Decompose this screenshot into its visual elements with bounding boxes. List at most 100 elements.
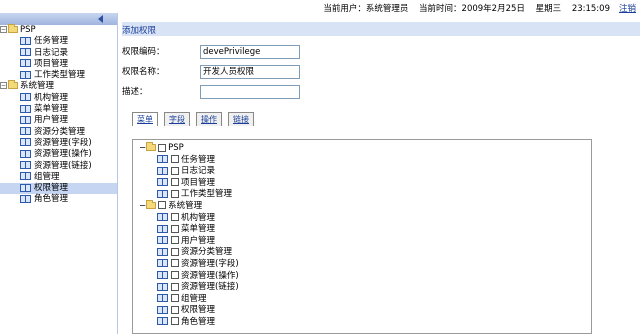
perm-item-label: 项目管理 xyxy=(181,177,216,188)
sidebar-item[interactable]: 项目管理 xyxy=(0,59,117,70)
perm-checkbox[interactable] xyxy=(171,271,179,280)
collapse-toggle-icon[interactable]: − xyxy=(0,82,7,90)
sidebar-group[interactable]: − PSP xyxy=(0,24,117,36)
sidebar-collapse-bar[interactable] xyxy=(0,13,117,25)
perm-checkbox[interactable] xyxy=(171,189,179,198)
perm-item-label: 日志记录 xyxy=(181,166,216,177)
perm-item[interactable]: 资源管理(操作) xyxy=(139,271,239,283)
tab-operation[interactable]: 操作 xyxy=(196,112,222,126)
perm-checkbox[interactable] xyxy=(171,247,179,256)
sidebar-item[interactable]: 资源管理(字段) xyxy=(0,138,117,149)
sidebar-item-label: 资源分类管理 xyxy=(34,126,86,137)
sidebar-item-label: 工作类型管理 xyxy=(34,70,86,81)
perm-item[interactable]: 资源管理(字段) xyxy=(139,259,239,271)
sidebar-group-label: 系统管理 xyxy=(20,81,55,92)
sidebar-item[interactable]: 任务管理 xyxy=(0,36,117,47)
collapse-toggle-icon[interactable]: − xyxy=(139,201,146,211)
perm-checkbox[interactable] xyxy=(171,294,179,303)
sidebar-item[interactable]: 工作类型管理 xyxy=(0,70,117,81)
perm-item-label: 资源管理(字段) xyxy=(181,258,239,269)
folder-icon xyxy=(8,80,18,90)
page-icon xyxy=(20,93,31,102)
perm-group-label: PSP xyxy=(168,143,184,153)
sidebar-item[interactable]: 组管理 xyxy=(0,172,117,183)
perm-group[interactable]: − 系统管理 xyxy=(139,199,239,213)
perm-item[interactable]: 项目管理 xyxy=(139,178,239,190)
perm-item[interactable]: 资源管理(链接) xyxy=(139,282,239,294)
perm-checkbox[interactable] xyxy=(158,143,167,152)
perm-checkbox[interactable] xyxy=(171,282,179,291)
sidebar-item-label: 菜单管理 xyxy=(34,104,69,115)
page-icon xyxy=(157,178,168,187)
perm-checkbox[interactable] xyxy=(171,155,179,164)
perm-item[interactable]: 用户管理 xyxy=(139,236,239,248)
sidebar-group[interactable]: − 系统管理 xyxy=(0,80,117,92)
sidebar-item[interactable]: 菜单管理 xyxy=(0,104,117,115)
perm-checkbox[interactable] xyxy=(171,166,179,175)
page-icon xyxy=(157,189,168,198)
perm-checkbox[interactable] xyxy=(171,236,179,245)
perm-checkbox[interactable] xyxy=(171,317,179,326)
perm-item-label: 资源管理(操作) xyxy=(181,270,239,281)
desc-label: 描述： xyxy=(122,87,148,97)
perm-item-label: 组管理 xyxy=(181,293,207,304)
page-icon xyxy=(20,127,31,136)
sidebar-item-label: 角色管理 xyxy=(34,194,69,205)
name-field[interactable]: 开发人员权限 xyxy=(200,65,300,79)
perm-item[interactable]: 角色管理 xyxy=(139,317,239,329)
sidebar-item-label: 用户管理 xyxy=(34,115,69,126)
perm-item[interactable]: 组管理 xyxy=(139,294,239,306)
perm-checkbox[interactable] xyxy=(171,178,179,187)
perm-checkbox[interactable] xyxy=(171,224,179,233)
sidebar-item[interactable]: 日志记录 xyxy=(0,48,117,59)
perm-item[interactable]: 菜单管理 xyxy=(139,224,239,236)
perm-group[interactable]: − PSP xyxy=(139,142,239,155)
sidebar-item-label: 日志记录 xyxy=(34,47,69,58)
collapse-arrow-icon[interactable] xyxy=(98,15,103,23)
sidebar: − PSP 任务管理 日志记录 项目管理 工作类型管理 − 系统管理 机构管理 菜单管理 用户管理资… xyxy=(0,13,118,334)
desc-field[interactable] xyxy=(200,85,300,99)
perm-item[interactable]: 权限管理 xyxy=(139,305,239,317)
sidebar-item[interactable]: 用户管理 xyxy=(0,115,117,126)
sidebar-item[interactable]: 角色管理 xyxy=(0,194,117,205)
page-icon xyxy=(157,305,168,314)
perm-checkbox[interactable] xyxy=(158,201,167,210)
page-icon xyxy=(20,161,31,170)
sidebar-item[interactable]: 机构管理 xyxy=(0,93,117,104)
folder-icon xyxy=(8,24,18,33)
tab-menu[interactable]: 菜单 xyxy=(132,112,158,126)
sidebar-item-label: 组管理 xyxy=(34,171,60,182)
collapse-toggle-icon[interactable]: − xyxy=(139,143,146,153)
perm-checkbox[interactable] xyxy=(171,305,179,314)
page-header: 添加权限 xyxy=(122,22,640,36)
code-field[interactable]: devePrivilege xyxy=(200,45,300,59)
perm-item[interactable]: 日志记录 xyxy=(139,166,239,178)
sidebar-item[interactable]: 资源管理(操作) xyxy=(0,149,117,160)
tab-field[interactable]: 字段 xyxy=(164,112,190,126)
status-bar: 当前用户：系统管理员 当前时间：2009年2月25日 星期三 23:15:09 … xyxy=(0,0,640,14)
perm-item[interactable]: 任务管理 xyxy=(139,155,239,167)
page-icon xyxy=(157,247,168,256)
collapse-toggle-icon[interactable]: − xyxy=(0,26,7,33)
perm-item[interactable]: 机构管理 xyxy=(139,213,239,225)
main-panel: 添加权限 权限编码： devePrivilege 权限名称： 开发人员权限 描述… xyxy=(122,13,640,334)
code-label: 权限编码： xyxy=(122,47,165,57)
sidebar-item[interactable]: 资源分类管理 xyxy=(0,127,117,138)
page-icon xyxy=(157,166,168,175)
perm-item-label: 工作类型管理 xyxy=(181,189,233,200)
page-icon xyxy=(20,172,31,181)
perm-checkbox[interactable] xyxy=(171,259,179,268)
sidebar-item[interactable]: 资源管理(链接) xyxy=(0,161,117,172)
sidebar-group-label: PSP xyxy=(20,25,36,35)
perm-checkbox[interactable] xyxy=(171,213,179,222)
perm-item[interactable]: 工作类型管理 xyxy=(139,189,239,201)
tab-link[interactable]: 链接 xyxy=(228,112,254,126)
page-title: 添加权限 xyxy=(122,26,157,36)
perm-item-label: 机构管理 xyxy=(181,212,216,223)
perm-item[interactable]: 资源分类管理 xyxy=(139,247,239,259)
sidebar-item-label: 权限管理 xyxy=(34,183,69,194)
perm-item-label: 用户管理 xyxy=(181,235,216,246)
permission-tree: − PSP 任务管理 日志记录 项目管理 工作类型管理 − 系统管理 机构管理 菜单管理 用户管理资… xyxy=(139,142,239,329)
page-icon xyxy=(20,36,31,45)
sidebar-item[interactable]: 权限管理 xyxy=(0,183,117,195)
